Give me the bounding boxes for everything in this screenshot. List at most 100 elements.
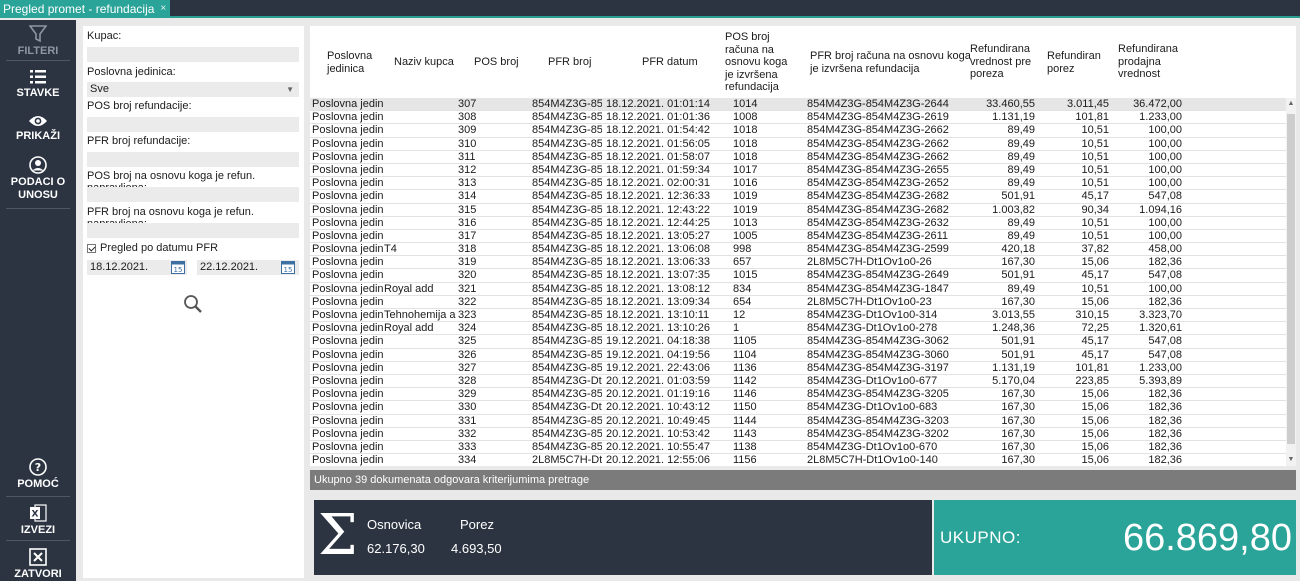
cell-pfr-broj: 854M4Z3G-854M4Z3G-2 (532, 322, 602, 335)
pos-broj-refundacije-input[interactable] (87, 117, 299, 132)
close-icon[interactable]: × (160, 0, 166, 18)
col-header-refundiran-porez[interactable]: Refundiran porez (1047, 50, 1101, 75)
pos-broj-osnovu-input[interactable] (87, 187, 299, 202)
col-header-refundirana-vrednost[interactable]: Refundirana vrednost pre poreza (970, 43, 1031, 81)
cell-refundirana-vrednost: 420,18 (1001, 243, 1035, 256)
cell-pfr-broj: 854M4Z3G-Dt1Ov1o0-2 (532, 401, 602, 414)
cell-pfr-broj-osnovu: 854M4Z3G-854M4Z3G-2611 (807, 229, 949, 242)
table-row[interactable]: Poslovna jedinica 322 854M4Z3G-854M4Z3G-2 1… (310, 296, 1286, 309)
table-row[interactable]: Poslovna jedinica 332 854M4Z3G-854M4Z3G-2 2… (310, 428, 1286, 441)
cell-naziv-kupca: Royal add (384, 322, 434, 335)
cell-refundirana-prodajna: 182,36 (1148, 427, 1182, 440)
table-row[interactable]: Poslovna jedinica 319 854M4Z3G-854M4Z3G-2 1… (310, 256, 1286, 270)
col-header-pfr-broj-osnovu[interactable]: PFR broj računa na osnovu koga je izvršen… (810, 50, 971, 75)
table-row[interactable]: Poslovna jedinica 325 854M4Z3G-854M4Z3G-2 1… (310, 335, 1286, 349)
cell-refundirana-prodajna: 100,00 (1148, 124, 1182, 137)
col-header-refundirana-prodajna[interactable]: Refundirana prodajna vrednost (1118, 43, 1178, 81)
scrollbar-thumb[interactable] (1287, 114, 1295, 444)
cell-refundiran-porez: 10,51 (1081, 216, 1109, 229)
nav-prikazi-label: PRIKAŽI (16, 130, 60, 142)
table-row[interactable]: Poslovna jedinica 308 854M4Z3G-854M4Z3G-2 1… (310, 111, 1286, 125)
table-row[interactable]: Poslovna jedinica 316 854M4Z3G-854M4Z3G-2 1… (310, 217, 1286, 230)
cell-pfr-datum: 20.12.2021. 10:43:12 (606, 401, 710, 414)
cell-pos-broj-osnovu: 1015 (733, 269, 758, 282)
col-header-poslovna-jedinica[interactable]: Poslovna jedinica (327, 50, 372, 75)
nav-prikazi[interactable]: PRIKAŽI (0, 114, 76, 143)
excel-export-icon: X (30, 504, 47, 522)
cell-pfr-broj: 854M4Z3G-854M4Z3G-2 (532, 427, 602, 440)
cell-refundirana-vrednost: 167,30 (1001, 454, 1035, 466)
table-row[interactable]: Poslovna jedinica 334 2L8M5C7H-Dt1Ov1o0-2 2… (310, 454, 1286, 466)
nav-stavke[interactable]: STAVKE (0, 69, 76, 100)
cell-refundirana-vrednost: 3.013,55 (992, 309, 1035, 321)
table-row[interactable]: Poslovna jedinica 331 854M4Z3G-854M4Z3G-2 2… (310, 415, 1286, 428)
calendar-icon[interactable]: 15 (281, 260, 295, 274)
scroll-up-icon[interactable]: ▲ (1287, 100, 1295, 108)
calendar-icon[interactable]: 15 (171, 260, 185, 274)
cell-pfr-broj-osnovu: 854M4Z3G-854M4Z3G-2652 (807, 177, 949, 190)
pfr-broj-refundacije-input[interactable] (87, 152, 299, 167)
cell-refundiran-porez: 10,51 (1081, 229, 1109, 242)
col-header-pos-broj-osnovu[interactable]: POS broj računa na osnovu koga je izvršena r… (725, 31, 787, 94)
table-row[interactable]: Poslovna jedinica 307 854M4Z3G-854M4Z3G-2 1… (310, 98, 1286, 112)
kupac-input[interactable] (87, 47, 299, 62)
cell-pos-broj: 312 (458, 163, 477, 176)
table-row[interactable]: Poslovna jedinicaTehnohemija ad323 854M4Z… (310, 309, 1286, 323)
user-icon (29, 156, 47, 174)
table-row[interactable]: Poslovna jedinicaT4 318 854M4Z3G-854M4Z3G-… (310, 243, 1286, 257)
cell-refundirana-prodajna: 3.323,70 (1139, 309, 1182, 321)
nav-izvezi[interactable]: X IZVEZI (0, 504, 76, 537)
cell-pfr-broj-osnovu: 854M4Z3G-854M4Z3G-2619 (807, 111, 949, 124)
cell-pfr-datum: 20.12.2021. 10:53:42 (606, 427, 710, 440)
cell-pfr-broj: 854M4Z3G-854M4Z3G-2 (532, 335, 602, 348)
table-row[interactable]: Poslovna jedinica 309 854M4Z3G-854M4Z3G-2 1… (310, 124, 1286, 138)
cell-poslovna-jedinica: Poslovna jedinica (312, 454, 384, 466)
table-row[interactable]: Poslovna jedinica 315 854M4Z3G-854M4Z3G-2 1… (310, 204, 1286, 217)
vertical-scrollbar[interactable]: ▲ ▼ (1286, 98, 1296, 466)
cell-poslovna-jedinica: Poslovna jedinica (312, 163, 384, 176)
table-row[interactable]: Poslovna jedinica 317 854M4Z3G-854M4Z3G-2 1… (310, 229, 1286, 244)
cell-pfr-datum: 20.12.2021. 01:03:59 (606, 374, 710, 387)
nav-podaci-label-2: UNOSU (18, 189, 58, 201)
table-row[interactable]: Poslovna jedinicaRoyal add 321 854M4Z3G-85… (310, 283, 1286, 296)
close-box-icon (29, 548, 47, 566)
col-header-pos-broj[interactable]: POS broj (474, 56, 519, 69)
table-row[interactable]: Poslovna jedinica 330 854M4Z3G-Dt1Ov1o0-2 2… (310, 401, 1286, 415)
poslovna-jedinica-select[interactable]: Sve ▼ (87, 82, 299, 97)
table-row[interactable]: Poslovna jedinica 314 854M4Z3G-854M4Z3G-2 1… (310, 190, 1286, 204)
cell-refundiran-porez: 10,51 (1081, 163, 1109, 176)
table-row[interactable]: Poslovna jedinica 327 854M4Z3G-854M4Z3G-2 1… (310, 362, 1286, 375)
cell-poslovna-jedinica: Poslovna jedinica (312, 440, 384, 453)
table-row[interactable]: Poslovna jedinica 311 854M4Z3G-854M4Z3G-2 1… (310, 151, 1286, 164)
nav-zatvori[interactable]: ZATVORI (0, 548, 76, 581)
cell-pfr-broj: 854M4Z3G-854M4Z3G-2 (532, 243, 602, 256)
table-row[interactable]: Poslovna jedinica 320 854M4Z3G-854M4Z3G-2 1… (310, 269, 1286, 283)
col-header-pfr-broj[interactable]: PFR broj (548, 56, 591, 69)
table-row[interactable]: Poslovna jedinica 333 854M4Z3G-854M4Z3G-2 2… (310, 440, 1286, 455)
cell-pos-broj: 309 (458, 124, 477, 137)
table-row[interactable]: Poslovna jedinica 312 854M4Z3G-854M4Z3G-2 1… (310, 163, 1286, 178)
table-row[interactable]: Poslovna jedinica 326 854M4Z3G-854M4Z3G-2 1… (310, 349, 1286, 362)
pregled-po-datumu-checkbox[interactable]: Pregled po datumu PFR (87, 242, 218, 254)
nav-stavke-label: STAVKE (16, 87, 60, 99)
col-header-naziv-kupca[interactable]: Naziv kupca (394, 56, 454, 69)
cell-pos-broj-osnovu: 1018 (733, 124, 758, 137)
table-row[interactable]: Poslovna jedinica 328 854M4Z3G-Dt1Ov1o0-2 2… (310, 374, 1286, 389)
nav-podaci-o-unosu[interactable]: PODACI O UNOSU (0, 156, 76, 202)
nav-filteri[interactable]: FILTERI (0, 25, 76, 58)
table-row[interactable]: Poslovna jedinica 329 854M4Z3G-854M4Z3G-2 2… (310, 388, 1286, 402)
col-header-pfr-datum[interactable]: PFR datum (642, 56, 698, 69)
cell-refundirana-vrednost: 5.170,04 (992, 374, 1035, 387)
nav-pomoc[interactable]: ? POMOĆ (0, 458, 76, 491)
tab-pregled-promet[interactable]: Pregled promet - refundacija × (0, 0, 171, 18)
table-row[interactable]: Poslovna jedinica 310 854M4Z3G-854M4Z3G-2 1… (310, 138, 1286, 151)
cell-poslovna-jedinica: Poslovna jedinica (312, 348, 384, 361)
table-row[interactable]: Poslovna jedinica 313 854M4Z3G-854M4Z3G-2 1… (310, 177, 1286, 191)
poslovna-jedinica-value: Sve (90, 83, 109, 95)
scroll-down-icon[interactable]: ▼ (1287, 456, 1295, 464)
pfr-broj-osnovu-input[interactable] (87, 223, 299, 238)
table-row[interactable]: Poslovna jedinicaRoyal add 324 854M4Z3G-85… (310, 322, 1286, 336)
cell-refundirana-prodajna: 547,08 (1148, 335, 1182, 348)
cell-refundirana-vrednost: 89,49 (1007, 177, 1035, 190)
search-icon[interactable] (183, 294, 203, 314)
